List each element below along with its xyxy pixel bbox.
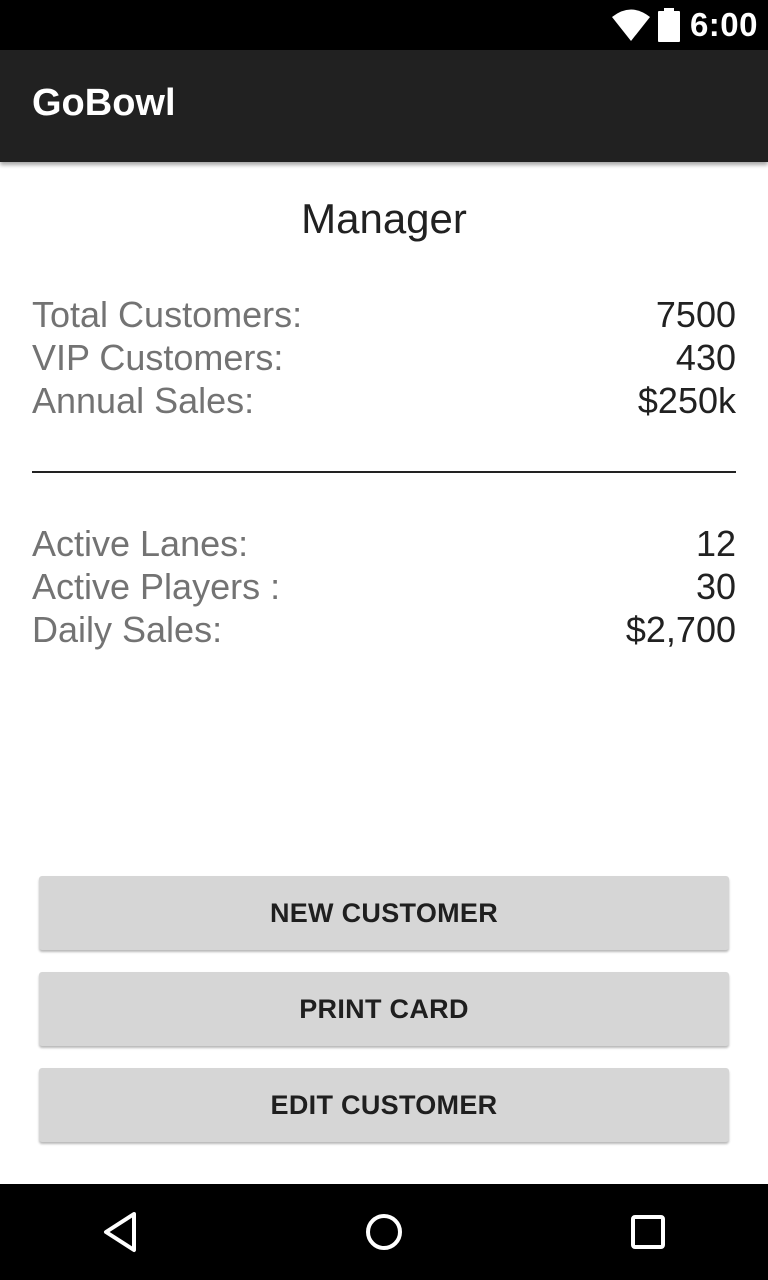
stat-row-daily-sales: Daily Sales: $2,700 (32, 608, 736, 651)
stat-value: 12 (695, 523, 736, 564)
annual-stats: Total Customers: 7500 VIP Customers: 430… (32, 293, 736, 422)
stat-row-annual-sales: Annual Sales: $250k (32, 379, 736, 422)
stat-value: $2,700 (625, 609, 736, 650)
divider (32, 471, 736, 473)
navigation-bar (0, 1184, 768, 1280)
stat-row-total-customers: Total Customers: 7500 (32, 293, 736, 336)
page-title: Manager (301, 195, 467, 242)
stat-label: VIP Customers: (32, 337, 284, 378)
stat-row-active-lanes: Active Lanes: 12 (32, 522, 736, 565)
status-time: 6:00 (689, 6, 758, 43)
stat-label: Total Customers: (32, 294, 303, 335)
home-icon (366, 1214, 402, 1250)
home-button[interactable] (336, 1184, 432, 1280)
stat-value: $250k (637, 380, 736, 421)
battery-icon (657, 8, 680, 42)
stat-value: 7500 (655, 294, 736, 335)
stat-label: Active Lanes: (32, 523, 249, 564)
app-title: GoBowl (32, 82, 176, 124)
edit-customer-button[interactable]: EDIT CUSTOMER (39, 1068, 729, 1142)
stat-value: 430 (675, 337, 736, 378)
print-card-button[interactable]: PRINT CARD (39, 972, 729, 1046)
recent-apps-icon (631, 1215, 665, 1249)
stat-label: Active Players : (32, 566, 281, 607)
stat-row-active-players: Active Players : 30 (32, 565, 736, 608)
wifi-icon (611, 9, 650, 41)
screen: 6:00 GoBowl Manager Total Customers: 750… (0, 0, 768, 1280)
stat-row-vip-customers: VIP Customers: 430 (32, 336, 736, 379)
status-icons: 6:00 (611, 0, 758, 50)
stat-label: Daily Sales: (32, 609, 223, 650)
stat-value: 30 (695, 566, 736, 607)
status-bar: 6:00 (0, 0, 768, 50)
back-button[interactable] (72, 1184, 168, 1280)
app-bar: GoBowl (0, 50, 768, 162)
back-icon (104, 1212, 136, 1252)
stat-label: Annual Sales: (32, 380, 255, 421)
new-customer-button[interactable]: NEW CUSTOMER (39, 876, 729, 950)
recent-apps-button[interactable] (600, 1184, 696, 1280)
daily-stats: Active Lanes: 12 Active Players : 30 Dai… (32, 522, 736, 651)
